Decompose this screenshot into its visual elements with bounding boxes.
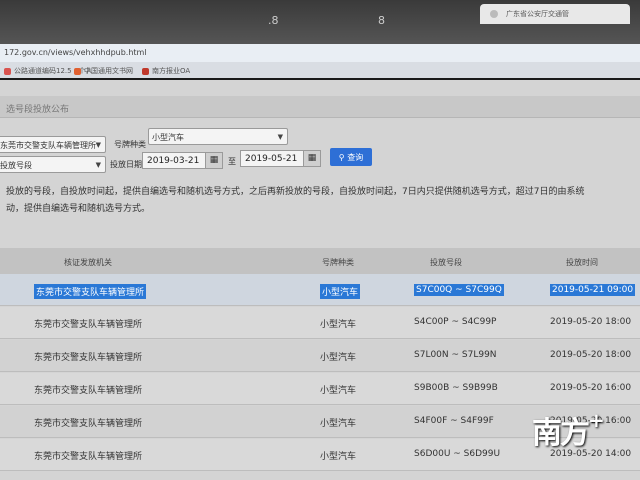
column-header-agency: 核证发放机关 (64, 258, 112, 267)
bookmark-item[interactable]: 中国通用文书网 (74, 66, 133, 76)
panel-title: 选号段投放公布 (0, 96, 640, 118)
cell-segment: S7C00Q ~ S7C99Q (414, 284, 504, 296)
cell-plate-type: 小型汽车 (320, 452, 357, 462)
cell-segment: S4F00F ~ S4F99F (414, 416, 494, 426)
table-row[interactable]: 东莞市交警支队车辆管理所 小型汽车 S7C00Q ~ S7C99Q 2019-05-2… (0, 274, 640, 306)
cell-plate-type: 小型汽车 (320, 353, 357, 363)
cell-segment: S4C00P ~ S4C99P (414, 317, 497, 327)
cell-time: 2019-05-20 16:00 (550, 383, 632, 393)
cell-agency: 东莞市交警支队车辆管理所 (34, 452, 143, 462)
cell-plate-type: 小型汽车 (320, 320, 357, 330)
date-to-input[interactable]: 2019-05-21 (240, 150, 304, 167)
cell-time: 2019-05-20 18:00 (550, 350, 632, 360)
bookmark-icon (142, 67, 149, 75)
column-header-segment: 投放号段 (430, 258, 462, 267)
cell-segment: S9B00B ~ S9B99B (414, 383, 498, 393)
table-row[interactable]: 东莞市交警支队车辆管理所 小型汽车 S7L00N ~ S7L99N 2019-05-2… (0, 340, 640, 372)
cell-segment: S7L00N ~ S7L99N (414, 350, 497, 360)
cell-agency: 东莞市交警支队车辆管理所 (34, 353, 143, 363)
date-label: 投放日期 (110, 160, 142, 169)
bookmarks-bar: 公路通道编码12.5 - 个人 中国通用文书网 南方报业OA (0, 62, 640, 78)
plate-type-label: 号牌种类 (114, 140, 146, 149)
table-header: 核证发放机关 号牌种类 投放号段 投放时间 (0, 248, 640, 274)
bookmark-icon (74, 67, 81, 75)
browser-tab-strip: .8 8 广东省公安厅交通管 (0, 0, 640, 44)
query-button[interactable]: ⚲ 查询 (330, 148, 372, 166)
site-favicon-icon (490, 10, 498, 18)
cell-segment: S6D00U ~ S6D99U (414, 449, 501, 459)
notice-line: 投放的号段，自投放时间起，提供自编选号和随机选号方式，之后再新投放的号段，自投放… (6, 187, 585, 197)
cell-plate-type: 小型汽车 (320, 386, 357, 396)
cell-time: 2019-05-20 18:00 (550, 317, 632, 327)
column-header-plate-type: 号牌种类 (322, 258, 354, 267)
tab-marker: 8 (378, 14, 385, 27)
table-row[interactable]: 东莞市交警支队车辆管理所 小型汽车 S9B00B ~ S9B99B 2019-05-2… (0, 373, 640, 405)
cell-agency: 东莞市交警支队车辆管理所 (34, 284, 147, 299)
address-bar[interactable]: 172.gov.cn/views/vehxhhdpub.html (0, 44, 640, 62)
address-url: 172.gov.cn/views/vehxhhdpub.html (4, 48, 147, 57)
notice-text: 投放的号段，自投放时间起，提供自编选号和随机选号方式，之后再新投放的号段，自投放… (6, 184, 636, 218)
tab-marker: .8 (268, 14, 279, 27)
cell-plate-type: 小型汽车 (320, 419, 357, 429)
browser-tab[interactable]: 广东省公安厅交通管 (480, 4, 630, 24)
cell-agency: 东莞市交警支队车辆管理所 (34, 386, 143, 396)
cell-plate-type: 小型汽车 (320, 284, 361, 299)
cell-agency: 东莞市交警支队车辆管理所 (34, 320, 143, 330)
chevron-down-icon: ▼ (95, 141, 101, 149)
date-separator: 至 (228, 157, 236, 166)
plate-type-select[interactable]: 小型汽车 ▼ (148, 128, 288, 145)
search-icon: ⚲ (338, 153, 345, 162)
bookmark-icon (4, 67, 11, 75)
chevron-down-icon: ▼ (95, 161, 101, 169)
publisher-watermark: 南方+ (532, 408, 605, 451)
notice-line: 动，提供自编选号和随机选号方式。 (6, 204, 151, 214)
browser-tab-title: 广东省公安厅交通管 (506, 10, 569, 18)
calendar-icon[interactable]: ▦ (303, 150, 321, 167)
column-header-time: 投放时间 (566, 258, 598, 267)
segment-select[interactable]: 投放号段 ▼ (0, 156, 106, 173)
bookmark-item[interactable]: 南方报业OA (142, 66, 190, 76)
cell-time: 2019-05-21 09:00 (550, 284, 636, 296)
calendar-icon[interactable]: ▦ (205, 152, 223, 169)
date-from-input[interactable]: 2019-03-21 (142, 152, 206, 169)
chevron-down-icon: ▼ (277, 133, 283, 141)
cell-agency: 东莞市交警支队车辆管理所 (34, 419, 143, 429)
agency-select[interactable]: 东莞市交警支队车辆管理所 ▼ (0, 136, 106, 153)
table-row[interactable]: 东莞市交警支队车辆管理所 小型汽车 S4C00P ~ S4C99P 2019-05-2… (0, 307, 640, 339)
